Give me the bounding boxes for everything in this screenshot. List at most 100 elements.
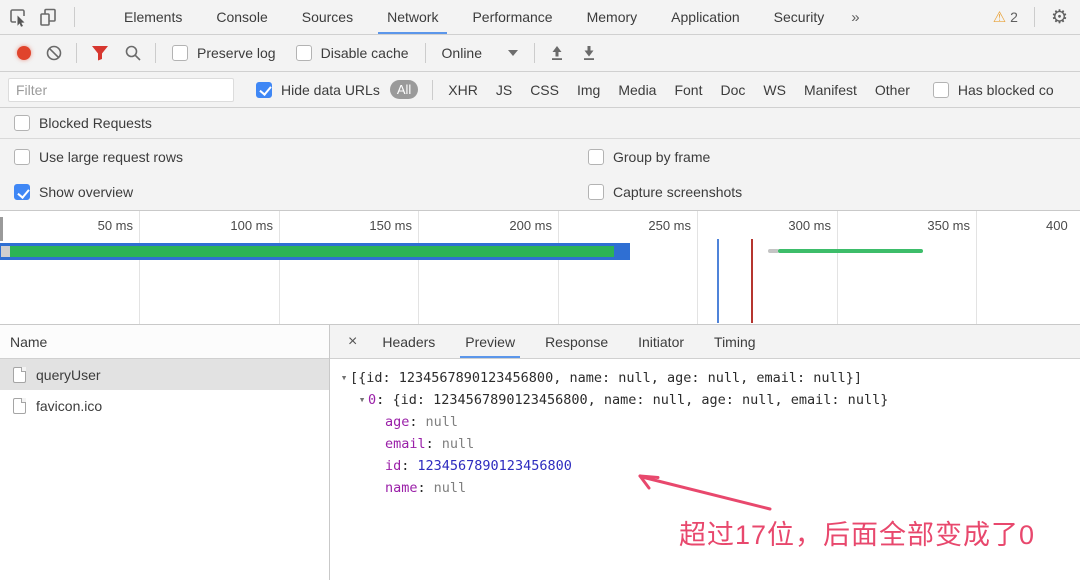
capture-screenshots-label: Capture screenshots (613, 184, 742, 200)
type-filter-img[interactable]: Img (577, 82, 600, 98)
type-filter-xhr[interactable]: XHR (448, 82, 478, 98)
tick-200ms: 200 ms (490, 218, 552, 233)
property-value: 1234567890123456800 (417, 455, 571, 477)
property-value: null (434, 477, 467, 499)
gridline (139, 211, 140, 324)
inspect-element-icon[interactable] (8, 7, 28, 27)
requests-table: Name queryUser favicon.ico (0, 325, 330, 580)
json-property-row[interactable]: id 1234567890123456800 (330, 455, 1080, 477)
overview-handle[interactable] (0, 217, 3, 241)
tick-350ms: 350 ms (908, 218, 970, 233)
divider (155, 43, 156, 63)
device-toolbar-icon[interactable] (38, 7, 58, 27)
tick-50ms: 50 ms (71, 218, 133, 233)
disable-cache-checkbox[interactable] (296, 45, 312, 61)
use-large-request-rows-label: Use large request rows (39, 149, 183, 165)
tab-preview[interactable]: Preview (450, 325, 530, 358)
large-rows-row: Use large request rows Group by frame (0, 139, 1080, 174)
has-blocked-cookies-checkbox[interactable] (933, 82, 949, 98)
divider (76, 43, 77, 63)
type-filter-doc[interactable]: Doc (720, 82, 745, 98)
hide-data-urls-checkbox[interactable] (256, 82, 272, 98)
preserve-log-checkbox[interactable] (172, 45, 188, 61)
property-key: name (385, 477, 426, 499)
group-by-frame-label: Group by frame (613, 149, 710, 165)
request-bar-favicon[interactable] (768, 249, 924, 253)
throttling-select[interactable]: Online (442, 45, 518, 61)
type-filter-all[interactable]: All (390, 80, 418, 99)
type-filter-css[interactable]: CSS (530, 82, 559, 98)
network-filter-bar: Hide data URLs All XHR JS CSS Img Media … (0, 72, 1080, 108)
warning-count: 2 (1010, 9, 1018, 25)
property-key: age (385, 411, 418, 433)
json-property-row[interactable]: email null (330, 433, 1080, 455)
tick-400ms: 400 (1046, 218, 1080, 233)
warning-icon (993, 8, 1006, 26)
throttling-value: Online (442, 45, 482, 61)
gridline (697, 211, 698, 324)
has-blocked-cookies-label: Has blocked co (958, 82, 1054, 98)
table-row-queryuser[interactable]: queryUser (0, 359, 329, 390)
clear-button[interactable] (45, 44, 63, 62)
json-item-line[interactable]: 0: {id: 1234567890123456800, name: null,… (330, 389, 1080, 411)
tab-console[interactable]: Console (199, 0, 284, 34)
export-har-icon[interactable] (580, 44, 598, 62)
tab-sources[interactable]: Sources (285, 0, 370, 34)
tab-response[interactable]: Response (530, 325, 623, 358)
request-name: queryUser (36, 367, 101, 383)
type-filter-js[interactable]: JS (496, 82, 512, 98)
blocked-requests-checkbox[interactable] (14, 115, 30, 131)
dom-content-loaded-line (717, 239, 719, 323)
more-tabs-button[interactable]: » (841, 0, 869, 34)
record-button[interactable] (17, 46, 31, 60)
use-large-request-rows-checkbox[interactable] (14, 149, 30, 165)
type-filter-media[interactable]: Media (618, 82, 656, 98)
network-overview-timeline[interactable]: 50 ms 100 ms 150 ms 200 ms 250 ms 300 ms… (0, 211, 1080, 325)
json-property-row[interactable]: age null (330, 411, 1080, 433)
request-bar-queryUser[interactable] (0, 243, 630, 260)
collapse-arrow-icon[interactable] (338, 367, 350, 389)
show-overview-checkbox[interactable] (14, 184, 30, 200)
divider (534, 43, 535, 63)
collapse-arrow-icon[interactable] (356, 389, 368, 411)
request-bar-content (10, 246, 614, 257)
tab-elements[interactable]: Elements (107, 0, 199, 34)
show-overview-row: Show overview Capture screenshots (0, 174, 1080, 211)
type-filter-other[interactable]: Other (875, 82, 910, 98)
blocked-requests-label: Blocked Requests (39, 115, 152, 131)
tab-network[interactable]: Network (370, 0, 455, 34)
tab-memory[interactable]: Memory (570, 0, 655, 34)
filter-toggle-icon[interactable] (90, 44, 110, 62)
table-row-favicon[interactable]: favicon.ico (0, 390, 329, 421)
type-filter-manifest[interactable]: Manifest (804, 82, 857, 98)
tab-initiator[interactable]: Initiator (623, 325, 699, 358)
settings-gear-icon[interactable] (1051, 6, 1068, 29)
tab-performance[interactable]: Performance (455, 0, 569, 34)
type-filter-ws[interactable]: WS (763, 82, 786, 98)
request-name: favicon.ico (36, 398, 102, 414)
type-filter-font[interactable]: Font (674, 82, 702, 98)
search-icon[interactable] (124, 44, 142, 62)
name-column-header[interactable]: Name (0, 325, 329, 359)
filter-input[interactable] (8, 78, 234, 102)
close-details-button[interactable]: × (338, 333, 367, 351)
tick-300ms: 300 ms (769, 218, 831, 233)
json-item-text: : {id: 1234567890123456800, name: null, … (376, 389, 888, 411)
details-tabbar: × Headers Preview Response Initiator Tim… (330, 325, 1080, 359)
tab-timing[interactable]: Timing (699, 325, 771, 358)
json-root-line[interactable]: [{id: 1234567890123456800, name: null, a… (330, 367, 1080, 389)
import-har-icon[interactable] (548, 44, 566, 62)
load-event-line (751, 239, 753, 323)
group-by-frame-checkbox[interactable] (588, 149, 604, 165)
tab-application[interactable]: Application (654, 0, 757, 34)
gridline (279, 211, 280, 324)
tab-headers[interactable]: Headers (367, 325, 450, 358)
json-root-text: [{id: 1234567890123456800, name: null, a… (350, 367, 862, 389)
divider (74, 7, 75, 27)
warnings-badge[interactable]: 2 (993, 8, 1018, 26)
json-property-row[interactable]: name null (330, 477, 1080, 499)
tab-security[interactable]: Security (757, 0, 842, 34)
tick-250ms: 250 ms (629, 218, 691, 233)
annotation-text: 超过17位，后面全部变成了0 (679, 513, 1035, 552)
capture-screenshots-checkbox[interactable] (588, 184, 604, 200)
